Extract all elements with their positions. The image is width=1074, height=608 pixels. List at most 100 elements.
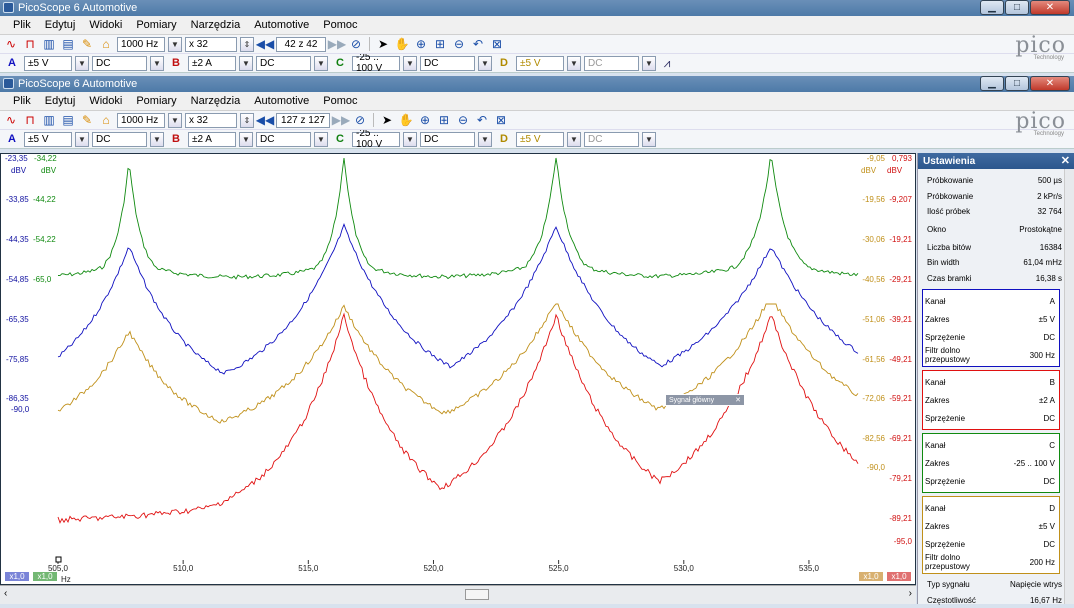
- maximize-button[interactable]: □: [1005, 0, 1029, 15]
- persistence-mode-icon[interactable]: ⊓: [22, 113, 38, 128]
- chevron-down-icon[interactable]: ▼: [478, 132, 492, 147]
- zoom-fit-icon[interactable]: ⊠: [489, 37, 505, 52]
- probe-icon[interactable]: ✎: [79, 37, 95, 52]
- channel-b-coupling[interactable]: DC: [256, 132, 311, 147]
- probe-icon[interactable]: ✎: [79, 113, 95, 128]
- menu-pomoc[interactable]: Pomoc: [316, 95, 364, 107]
- undo-zoom-icon[interactable]: ↶: [474, 113, 490, 128]
- chevron-down-icon[interactable]: ▼: [642, 132, 656, 147]
- close-icon[interactable]: ✕: [1061, 154, 1070, 167]
- channel-d-range[interactable]: ±5 V: [516, 56, 564, 71]
- channel-c-tag[interactable]: C: [331, 56, 349, 71]
- channel-c-range[interactable]: -25 .. 100 V: [352, 56, 400, 71]
- spectrum-options-icon[interactable]: ▤: [60, 37, 76, 52]
- channel-c-tag[interactable]: C: [331, 132, 349, 147]
- buffer-navigator[interactable]: 127 z 127: [276, 113, 330, 128]
- chevron-down-icon[interactable]: ▼: [403, 56, 417, 71]
- zoom-region-icon[interactable]: ⊞: [432, 37, 448, 52]
- spectrum-mode-icon[interactable]: ▥: [41, 37, 57, 52]
- channel-d-range[interactable]: ±5 V: [516, 132, 564, 147]
- pointer-icon[interactable]: ➤: [379, 113, 395, 128]
- menu-pomoc[interactable]: Pomoc: [316, 19, 364, 31]
- prev-buffer-icon[interactable]: ◀◀: [257, 37, 273, 52]
- channel-c-range[interactable]: -25 .. 100 V: [352, 132, 400, 147]
- channel-d-coupling[interactable]: DC: [584, 132, 639, 147]
- chevron-down-icon[interactable]: ▼: [239, 56, 253, 71]
- hand-icon[interactable]: ✋: [394, 37, 410, 52]
- close-button[interactable]: ✕: [1030, 76, 1070, 91]
- chevron-down-icon[interactable]: ▼: [239, 132, 253, 147]
- spectrum-options-icon[interactable]: ▤: [60, 113, 76, 128]
- menu-pomiary[interactable]: Pomiary: [129, 19, 183, 31]
- compass-icon[interactable]: ⊘: [348, 37, 364, 52]
- minimize-button[interactable]: ▁: [980, 0, 1004, 15]
- menu-plik[interactable]: Plik: [6, 19, 38, 31]
- channel-c-coupling[interactable]: DC: [420, 56, 475, 71]
- menu-plik[interactable]: Plik: [6, 95, 38, 107]
- menu-pomiary[interactable]: Pomiary: [129, 95, 183, 107]
- vertical-scrollbar[interactable]: [1064, 169, 1074, 604]
- close-icon[interactable]: ✕: [735, 396, 744, 404]
- trigger-icon[interactable]: ⩘: [659, 56, 675, 71]
- spectrum-mode-icon[interactable]: ▥: [41, 113, 57, 128]
- stepper-icon[interactable]: ⇕: [240, 37, 254, 52]
- chevron-down-icon[interactable]: ▼: [567, 56, 581, 71]
- channel-b-coupling[interactable]: DC: [256, 56, 311, 71]
- hand-icon[interactable]: ✋: [398, 113, 414, 128]
- channel-b-range[interactable]: ±2 A: [188, 132, 236, 147]
- channel-d-tag[interactable]: D: [495, 132, 513, 147]
- zoom-out-icon[interactable]: ⊖: [455, 113, 471, 128]
- chevron-down-icon[interactable]: ▼: [150, 132, 164, 147]
- zoom-field[interactable]: x 32: [185, 37, 237, 52]
- channel-a-range[interactable]: ±5 V: [24, 56, 72, 71]
- home-icon[interactable]: ⌂: [98, 37, 114, 52]
- channel-b-tag[interactable]: B: [167, 56, 185, 71]
- minimize-button[interactable]: ▁: [980, 76, 1004, 91]
- menu-widoki[interactable]: Widoki: [82, 19, 129, 31]
- zoom-region-icon[interactable]: ⊞: [436, 113, 452, 128]
- chevron-down-icon[interactable]: ▼: [314, 132, 328, 147]
- spectrum-plot[interactable]: 505,0510,0515,0520,0525,0530,0535,0Hz-23…: [0, 153, 916, 585]
- chevron-down-icon[interactable]: ▼: [403, 132, 417, 147]
- scroll-right-icon[interactable]: ›: [909, 588, 912, 599]
- title-bar[interactable]: PicoScope 6 Automotive ▁ □ ✕: [0, 76, 1074, 92]
- compass-icon[interactable]: ⊘: [352, 113, 368, 128]
- chevron-down-icon[interactable]: ▼: [75, 56, 89, 71]
- timebase-field[interactable]: 1000 Hz: [117, 113, 165, 128]
- horizontal-scrollbar[interactable]: ‹ ›: [0, 585, 916, 604]
- chevron-down-icon[interactable]: ▼: [168, 37, 182, 52]
- undo-zoom-icon[interactable]: ↶: [470, 37, 486, 52]
- main-signal-tag[interactable]: Sygnał główny✕: [665, 394, 745, 406]
- menu-widoki[interactable]: Widoki: [82, 95, 129, 107]
- next-buffer-icon[interactable]: ▶▶: [329, 37, 345, 52]
- next-buffer-icon[interactable]: ▶▶: [333, 113, 349, 128]
- channel-d-tag[interactable]: D: [495, 56, 513, 71]
- channel-b-range[interactable]: ±2 A: [188, 56, 236, 71]
- home-icon[interactable]: ⌂: [98, 113, 114, 128]
- scroll-left-icon[interactable]: ‹: [4, 588, 7, 599]
- chevron-down-icon[interactable]: ▼: [567, 132, 581, 147]
- persistence-mode-icon[interactable]: ⊓: [22, 37, 38, 52]
- menu-edytuj[interactable]: Edytuj: [38, 19, 83, 31]
- chevron-down-icon[interactable]: ▼: [478, 56, 492, 71]
- chevron-down-icon[interactable]: ▼: [642, 56, 656, 71]
- menu-automotive[interactable]: Automotive: [247, 95, 316, 107]
- pointer-icon[interactable]: ➤: [375, 37, 391, 52]
- close-button[interactable]: ✕: [1030, 0, 1070, 15]
- zoom-fit-icon[interactable]: ⊠: [493, 113, 509, 128]
- channel-a-range[interactable]: ±5 V: [24, 132, 72, 147]
- channel-b-tag[interactable]: B: [167, 132, 185, 147]
- scroll-thumb[interactable]: [465, 589, 489, 600]
- chevron-down-icon[interactable]: ▼: [168, 113, 182, 128]
- menu-automotive[interactable]: Automotive: [247, 19, 316, 31]
- channel-a-tag[interactable]: A: [3, 132, 21, 147]
- title-bar[interactable]: PicoScope 6 Automotive ▁ □ ✕: [0, 0, 1074, 16]
- channel-d-coupling[interactable]: DC: [584, 56, 639, 71]
- chevron-down-icon[interactable]: ▼: [75, 132, 89, 147]
- channel-a-coupling[interactable]: DC: [92, 132, 147, 147]
- menu-edytuj[interactable]: Edytuj: [38, 95, 83, 107]
- zoom-in-icon[interactable]: ⊕: [413, 37, 429, 52]
- zoom-out-icon[interactable]: ⊖: [451, 37, 467, 52]
- buffer-navigator[interactable]: 42 z 42: [276, 37, 326, 52]
- timebase-field[interactable]: 1000 Hz: [117, 37, 165, 52]
